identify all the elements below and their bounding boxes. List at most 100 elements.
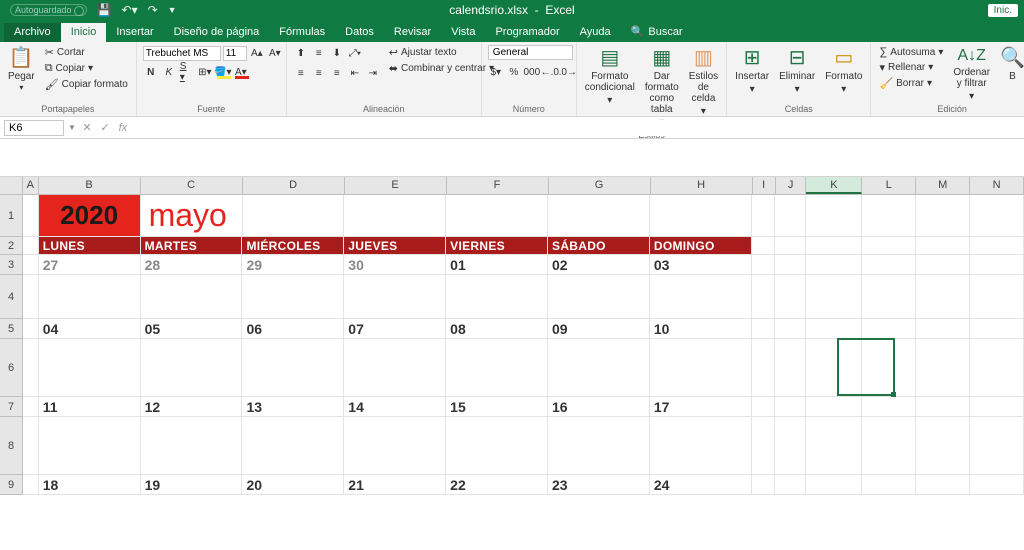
delete-cells-button[interactable]: ⊟Eliminar▾ [777, 45, 817, 97]
cell-I6[interactable] [752, 339, 775, 397]
percent-icon[interactable]: % [506, 64, 522, 80]
cell-D6[interactable] [242, 339, 344, 397]
cell-G5[interactable]: 09 [548, 319, 650, 339]
cell-D2[interactable]: MIÉRCOLES [242, 237, 344, 255]
cell-N3[interactable] [970, 255, 1024, 275]
cell-F5[interactable]: 08 [446, 319, 548, 339]
fill-button[interactable]: ▾Rellenar ▾ [877, 60, 945, 75]
save-icon[interactable]: 💾 [97, 3, 112, 17]
cell-G6[interactable] [548, 339, 650, 397]
cell-I9[interactable] [752, 475, 775, 495]
align-right-icon[interactable]: ≡ [329, 65, 345, 81]
cell-B2[interactable]: LUNES [39, 237, 141, 255]
cell-J4[interactable] [775, 275, 806, 319]
cell-L2[interactable] [862, 237, 916, 255]
col-header-K[interactable]: K [806, 177, 862, 194]
cell-E9[interactable]: 21 [344, 475, 446, 495]
cell-J2[interactable] [775, 237, 806, 255]
cell-B5[interactable]: 04 [39, 319, 141, 339]
sign-in-button[interactable]: Inic. [988, 4, 1018, 17]
tab-file[interactable]: Archivo [4, 23, 61, 42]
tab-developer[interactable]: Programador [485, 23, 569, 42]
row-header-3[interactable]: 3 [0, 255, 23, 275]
cell-I8[interactable] [752, 417, 775, 475]
cell-M1[interactable] [916, 195, 970, 237]
indent-left-icon[interactable]: ⇤ [347, 65, 363, 81]
cell-E4[interactable] [344, 275, 446, 319]
cell-H9[interactable]: 24 [650, 475, 752, 495]
cell-I2[interactable] [752, 237, 775, 255]
cell-K4[interactable] [806, 275, 862, 319]
cell-K7[interactable] [806, 397, 862, 417]
cell-H1[interactable] [650, 195, 752, 237]
cell-A6[interactable] [23, 339, 39, 397]
cell-B7[interactable]: 11 [39, 397, 141, 417]
cell-C2[interactable]: MARTES [141, 237, 243, 255]
fx-icon[interactable]: fx [114, 122, 132, 134]
number-format-select[interactable] [488, 45, 573, 60]
cell-F6[interactable] [446, 339, 548, 397]
format-painter-button[interactable]: 🖌Copiar formato [43, 77, 130, 92]
tab-home[interactable]: Inicio [61, 23, 107, 42]
row-header-9[interactable]: 9 [0, 475, 23, 495]
cell-B9[interactable]: 18 [39, 475, 141, 495]
row-header-6[interactable]: 6 [0, 339, 23, 397]
cell-G3[interactable]: 02 [548, 255, 650, 275]
cell-H7[interactable]: 17 [650, 397, 752, 417]
cell-G7[interactable]: 16 [548, 397, 650, 417]
find-button[interactable]: 🔍B [998, 45, 1024, 84]
cell-J8[interactable] [775, 417, 806, 475]
underline-button[interactable]: S̲ ▾ [179, 64, 195, 80]
cell-E7[interactable]: 14 [344, 397, 446, 417]
cell-B8[interactable] [39, 417, 141, 475]
thousands-icon[interactable]: 000 [524, 64, 540, 80]
col-header-H[interactable]: H [651, 177, 753, 194]
formula-input[interactable] [132, 120, 1024, 136]
tab-formulas[interactable]: Fórmulas [269, 23, 335, 42]
cell-K8[interactable] [806, 417, 862, 475]
clear-button[interactable]: 🧹Borrar ▾ [877, 76, 945, 91]
cell-F8[interactable] [446, 417, 548, 475]
cell-D8[interactable] [242, 417, 344, 475]
font-color-button[interactable]: A▾ [233, 64, 249, 80]
select-all-corner[interactable] [0, 177, 23, 194]
orientation-icon[interactable]: ⤢▾ [347, 45, 363, 61]
cell-N6[interactable] [970, 339, 1024, 397]
cell-D4[interactable] [242, 275, 344, 319]
col-header-J[interactable]: J [776, 177, 807, 194]
cell-M9[interactable] [916, 475, 970, 495]
cell-C9[interactable]: 19 [141, 475, 243, 495]
shrink-font-icon[interactable]: A▾ [267, 45, 283, 61]
cell-M7[interactable] [916, 397, 970, 417]
align-middle-icon[interactable]: ≡ [311, 45, 327, 61]
cell-I5[interactable] [752, 319, 775, 339]
cell-E6[interactable] [344, 339, 446, 397]
cell-C4[interactable] [141, 275, 243, 319]
cell-A3[interactable] [23, 255, 39, 275]
currency-icon[interactable]: $▾ [488, 64, 504, 80]
row-header-4[interactable]: 4 [0, 275, 23, 319]
col-header-D[interactable]: D [243, 177, 345, 194]
redo-icon[interactable]: ↷ [148, 3, 158, 17]
tab-help[interactable]: Ayuda [570, 23, 621, 42]
fill-color-button[interactable]: 🪣▾ [215, 64, 231, 80]
cell-G4[interactable] [548, 275, 650, 319]
cell-L9[interactable] [862, 475, 916, 495]
cell-C6[interactable] [141, 339, 243, 397]
cell-E2[interactable]: JUEVES [344, 237, 446, 255]
cell-C8[interactable] [141, 417, 243, 475]
cell-I4[interactable] [752, 275, 775, 319]
col-header-I[interactable]: I [753, 177, 776, 194]
enter-icon[interactable]: ✓ [96, 121, 114, 134]
cell-N2[interactable] [970, 237, 1024, 255]
font-size-input[interactable] [223, 46, 247, 61]
col-header-E[interactable]: E [345, 177, 447, 194]
autosum-button[interactable]: ∑Autosuma ▾ [877, 45, 945, 59]
col-header-B[interactable]: B [39, 177, 141, 194]
cell-J6[interactable] [775, 339, 806, 397]
cell-N8[interactable] [970, 417, 1024, 475]
cell-J3[interactable] [775, 255, 806, 275]
cell-A4[interactable] [23, 275, 39, 319]
align-center-icon[interactable]: ≡ [311, 65, 327, 81]
cell-J9[interactable] [775, 475, 806, 495]
